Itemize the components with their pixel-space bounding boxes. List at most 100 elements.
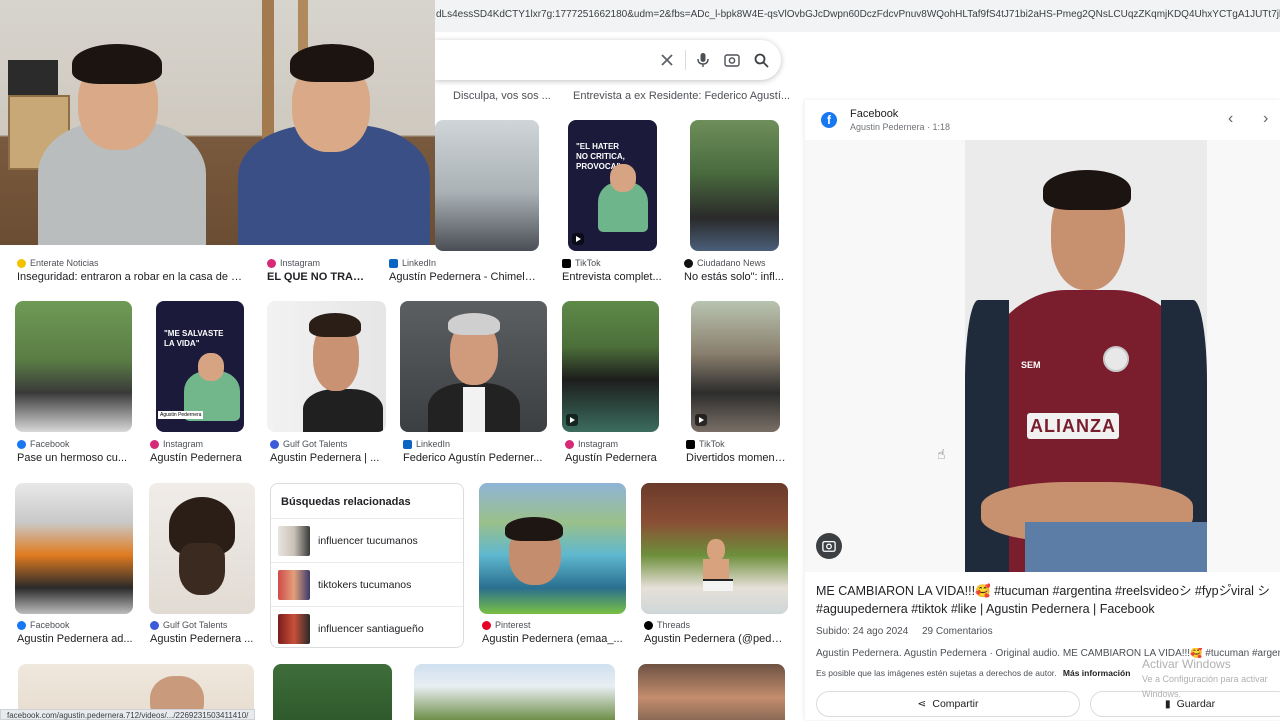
- result-caption[interactable]: Disculpa, vos sos ...: [453, 90, 551, 102]
- source-logo-icon: [17, 258, 26, 268]
- panel-subtitle: Agustin Pedernera · 1:18: [850, 122, 951, 132]
- image-result[interactable]: [479, 483, 626, 614]
- image-result[interactable]: [149, 483, 255, 614]
- panel-title[interactable]: ME CAMBIARON LA VIDA!!!🥰 #tucuman #argen…: [816, 582, 1278, 618]
- result-source: LinkedIn: [389, 258, 436, 268]
- video-badge-icon: [566, 414, 578, 426]
- related-thumbnail: [278, 526, 310, 556]
- result-title[interactable]: Pase un hermoso cu...: [17, 452, 132, 464]
- related-item[interactable]: influencer tucumanos: [271, 518, 463, 562]
- result-title[interactable]: Inseguridad: entraron a robar en la casa…: [17, 271, 247, 283]
- related-heading: Búsquedas relacionadas: [281, 496, 411, 508]
- result-title[interactable]: Federico Agustín Pederner...: [403, 452, 545, 464]
- result-source: Enterate Noticias: [17, 258, 99, 268]
- lens-icon[interactable]: [722, 50, 742, 70]
- result-source: Instagram: [150, 439, 203, 449]
- preview-image-area[interactable]: ALIANZA SEM ☝: [805, 140, 1280, 572]
- related-label: influencer santiagueño: [318, 623, 424, 635]
- image-result[interactable]: [562, 301, 659, 432]
- result-caption[interactable]: Entrevista a ex Residente: Federico Agus…: [573, 90, 790, 102]
- image-result[interactable]: [690, 120, 779, 251]
- instagram-icon: [267, 258, 276, 268]
- panel-source[interactable]: Facebook: [850, 108, 898, 120]
- result-title[interactable]: Agustin Pedernera ad...: [17, 633, 135, 645]
- share-button[interactable]: ⋖ Compartir: [816, 691, 1080, 717]
- close-icon[interactable]: [657, 50, 677, 70]
- result-source: TikTok: [562, 258, 601, 268]
- search-box[interactable]: [435, 40, 781, 80]
- tiktok-icon: [562, 258, 571, 268]
- related-item[interactable]: tiktokers tucumanos: [271, 562, 463, 606]
- result-title[interactable]: Entrevista complet...: [562, 271, 662, 283]
- source-logo-icon: [270, 439, 279, 449]
- image-result[interactable]: [641, 483, 788, 614]
- result-source: Threads: [644, 620, 690, 630]
- overlay-text: "ME SALVASTE LA VIDA": [164, 329, 224, 348]
- result-title[interactable]: Agustin Pedernera | ...: [270, 452, 388, 464]
- result-source: LinkedIn: [403, 439, 450, 449]
- result-title[interactable]: No estás solo": infl...: [684, 271, 784, 283]
- jersey-sponsor: SEM: [1021, 360, 1041, 370]
- preview-panel: f Facebook Agustin Pedernera · 1:18 ‹ › …: [805, 100, 1280, 720]
- image-result[interactable]: "ME SALVASTE LA VIDA" Agustin Pedernera: [156, 301, 244, 432]
- related-searches: Búsquedas relacionadas influencer tucuma…: [270, 483, 464, 648]
- image-result[interactable]: "EL HATER NO CRITICA, PROVOCA": [568, 120, 657, 251]
- related-label: influencer tucumanos: [318, 535, 418, 547]
- lens-search-button[interactable]: [816, 533, 842, 559]
- image-result[interactable]: [273, 664, 392, 720]
- image-result[interactable]: [15, 483, 133, 614]
- result-source: TikTok: [686, 439, 725, 449]
- instagram-icon: [150, 439, 159, 449]
- tiktok-icon: [686, 439, 695, 449]
- result-title[interactable]: Agustin Pedernera (@peder...: [644, 633, 788, 645]
- more-info-link[interactable]: Más información: [1063, 668, 1131, 678]
- comments-count[interactable]: 29 Comentarios: [922, 626, 993, 637]
- related-thumbnail: [278, 614, 310, 644]
- result-title[interactable]: Agustín Pedernera - Chimelon...: [389, 271, 541, 283]
- linkedin-icon: [403, 439, 412, 449]
- image-result[interactable]: [400, 301, 547, 432]
- related-item[interactable]: influencer santiagueño: [271, 606, 463, 650]
- search-icon[interactable]: [751, 50, 771, 70]
- pinterest-icon: [482, 620, 491, 630]
- status-bar-url: facebook.com/agustin.pedernera.712/video…: [0, 709, 256, 720]
- facebook-icon: [17, 620, 26, 630]
- result-title[interactable]: Agustín Pedernera: [565, 452, 665, 464]
- result-title[interactable]: EL QUE NO TRABAJ...: [267, 271, 371, 283]
- threads-icon: [644, 620, 653, 630]
- share-icon: ⋖: [917, 698, 927, 710]
- chevron-left-icon[interactable]: ‹: [1228, 110, 1233, 128]
- windows-activation-watermark: Activar Windows Ve a Configuración para …: [1142, 657, 1268, 699]
- result-source: Pinterest: [482, 620, 531, 630]
- chevron-right-icon[interactable]: ›: [1263, 110, 1268, 128]
- related-thumbnail: [278, 570, 310, 600]
- instagram-icon: [565, 439, 574, 449]
- address-bar[interactable]: dLs4essSD4KdCTY1lxr7g:1777251662180&udm=…: [435, 0, 1280, 32]
- image-result[interactable]: [15, 301, 132, 432]
- image-result[interactable]: [267, 301, 386, 432]
- club-crest-icon: [1103, 346, 1129, 372]
- result-source: Instagram: [565, 439, 618, 449]
- video-badge-icon: [572, 233, 584, 245]
- result-title[interactable]: Agustín Pedernera: [150, 452, 260, 464]
- linkedin-icon: [389, 258, 398, 268]
- jersey-print: ALIANZA: [1027, 413, 1119, 439]
- source-logo-icon: [684, 258, 693, 268]
- source-logo-icon: [150, 620, 159, 630]
- result-title[interactable]: Divertidos moment...: [686, 452, 786, 464]
- result-title[interactable]: Agustin Pedernera ...: [150, 633, 258, 645]
- image-result[interactable]: [691, 301, 780, 432]
- microphone-icon[interactable]: [693, 50, 713, 70]
- image-result[interactable]: [414, 664, 615, 720]
- preview-image[interactable]: ALIANZA SEM: [965, 140, 1207, 572]
- result-source: Gulf Got Talents: [270, 439, 347, 449]
- upload-date: Subido: 24 ago 2024: [816, 626, 909, 637]
- result-source: Ciudadano News: [684, 258, 766, 268]
- result-title[interactable]: Agustin Pedernera (emaa_...: [482, 633, 626, 645]
- webcam-overlay: [0, 0, 435, 245]
- image-result[interactable]: [638, 664, 785, 720]
- result-source: Gulf Got Talents: [150, 620, 227, 630]
- image-result[interactable]: [435, 120, 539, 251]
- result-source: Instagram: [267, 258, 320, 268]
- facebook-icon: [17, 439, 26, 449]
